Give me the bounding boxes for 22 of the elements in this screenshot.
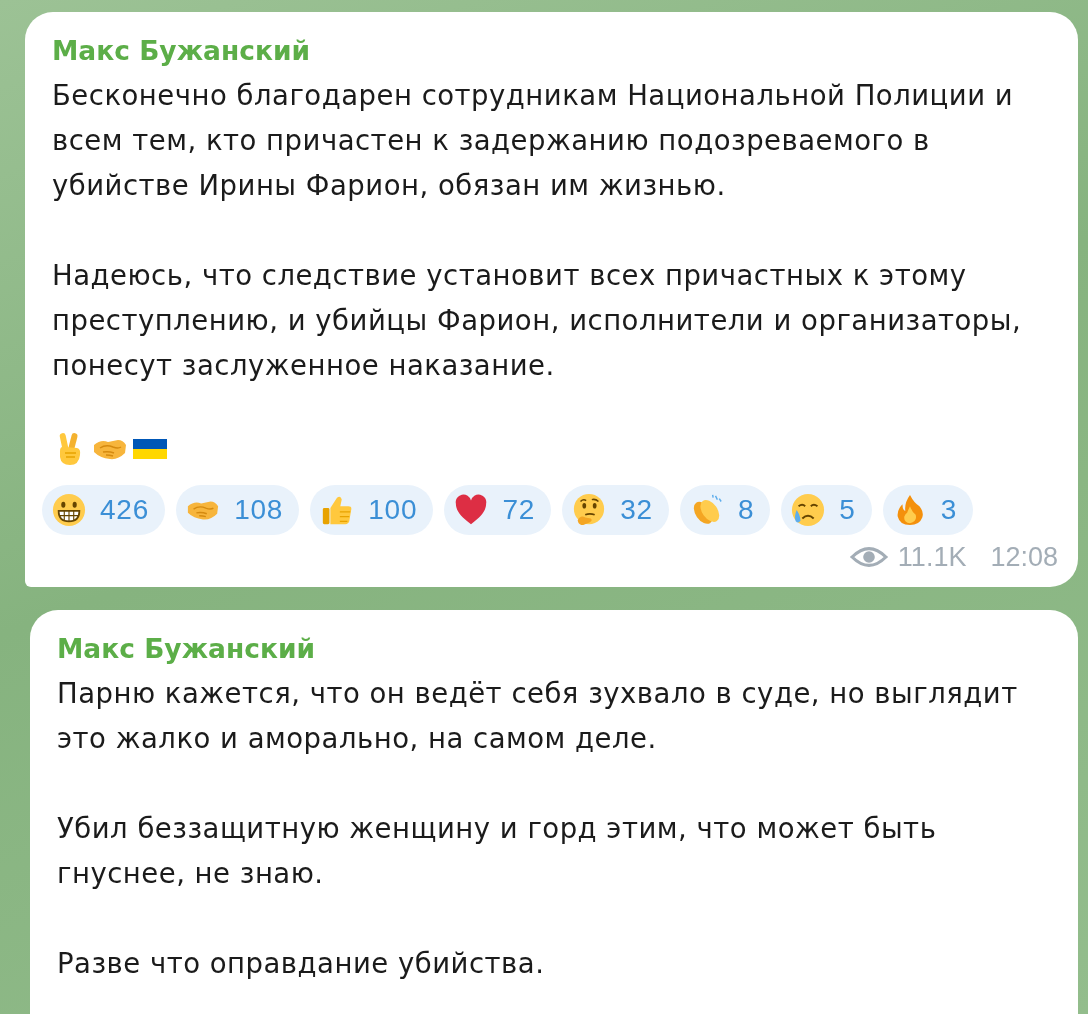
views-count: 11.1K [897, 541, 967, 573]
sender-name: Макс Бужанский [52, 34, 311, 68]
crying-face-icon [791, 493, 826, 527]
reaction-button[interactable]: 5 [781, 485, 872, 535]
message-text: Надеюсь, что следствие установит всех причастных к этому преступлению, и убийцы Фарион, исполнители и организаторы, понесут заслуженное наказание. [52, 258, 1023, 383]
heart-icon [454, 493, 489, 527]
post-time: 12:08 [990, 541, 1058, 573]
message-text: Бесконечно благодарен сотрудникам Национальной Полиции и всем тем, кто причастен к задержанию подозреваемого в убийстве Ирины Фарион, обязан им жизнью. [52, 78, 1015, 203]
reaction-button[interactable]: 3 [882, 485, 973, 535]
reaction-button[interactable]: 108 [176, 485, 300, 535]
eye-icon [849, 544, 888, 570]
reaction-button[interactable]: 426 [42, 485, 166, 535]
reaction-button[interactable]: 8 [679, 485, 771, 535]
sender-name: Макс Бужанский [57, 632, 316, 666]
message-text: Разве что оправдание убийства. [57, 946, 546, 981]
message-text: Парню кажется, что он ведёт себя зухвало в суде, но выглядит это жалко и аморально, на самом деле. [57, 676, 1019, 756]
reaction-button[interactable]: 32 [562, 485, 669, 535]
thinking-face-icon [572, 493, 607, 527]
grinning-face-icon [52, 493, 86, 527]
message-text: Убил беззащитную женщину и горд этим, что может быть гнуснее, не знаю. [57, 811, 938, 891]
reaction-button[interactable]: 72 [444, 485, 552, 535]
reaction-button[interactable]: 100 [310, 485, 434, 535]
